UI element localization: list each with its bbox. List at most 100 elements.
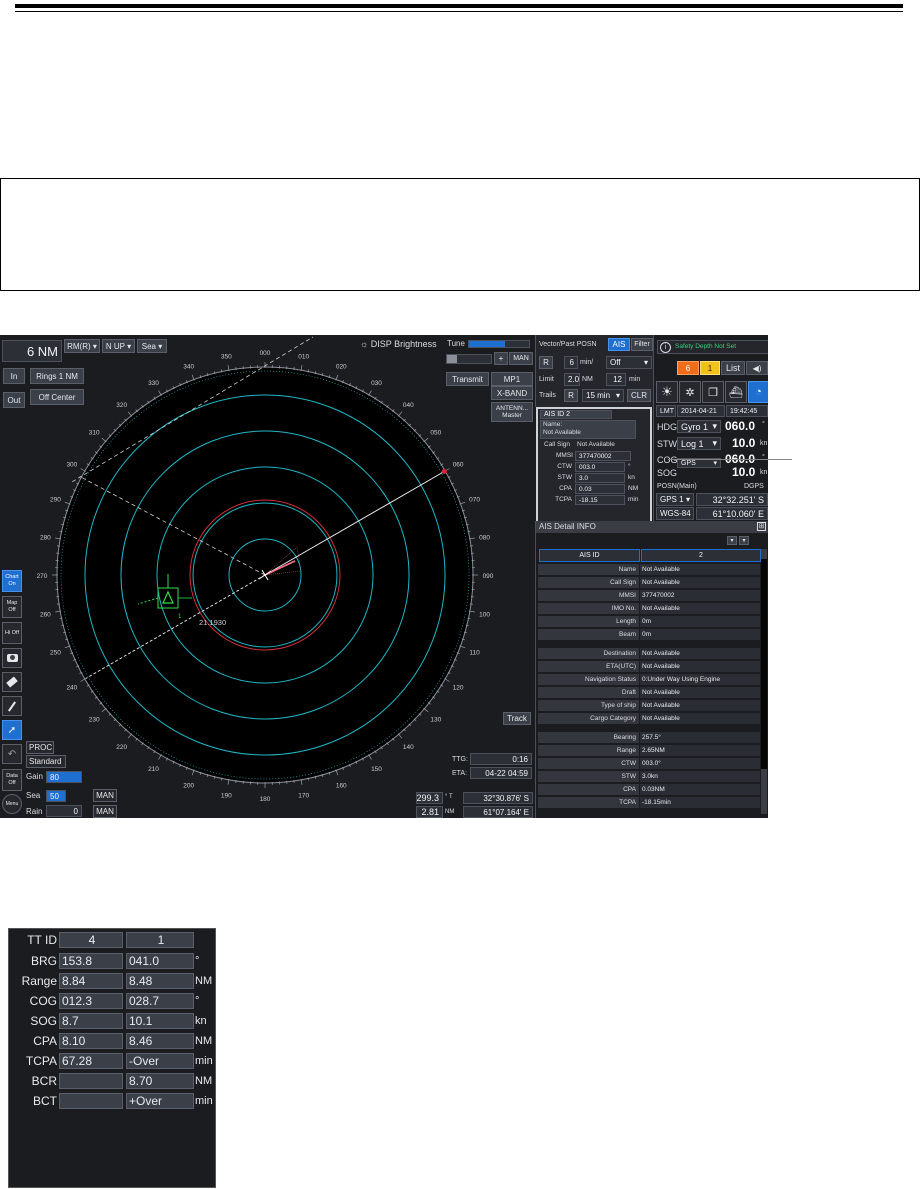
vector-time-value[interactable]: 6 xyxy=(564,356,578,369)
mp1-button[interactable]: MP1 xyxy=(491,372,533,386)
ais-detail-row: ETA(UTC) Not Available xyxy=(538,661,760,673)
tune-bar[interactable] xyxy=(468,340,530,348)
camera-button[interactable] xyxy=(2,648,22,668)
orientation-dropdown[interactable]: N UP ▾ xyxy=(102,339,135,353)
data-toggle-button[interactable]: Data Off xyxy=(2,769,22,791)
proc-button[interactable]: PROC xyxy=(26,741,54,754)
map-toggle-button[interactable]: Map Off xyxy=(2,596,22,618)
x-band-button[interactable]: X-BAND xyxy=(491,386,533,400)
track-button[interactable]: Track xyxy=(503,712,531,725)
ais-detail-row: Beam 0m xyxy=(538,629,760,641)
eraser-button[interactable] xyxy=(2,672,22,692)
eta-label: ETA: xyxy=(452,770,468,777)
brilliance-button[interactable]: ✲ xyxy=(679,381,701,403)
ais-detail-row-key: Draft xyxy=(538,687,639,699)
hi-toggle-button[interactable]: Hi Off xyxy=(2,622,22,644)
bearing-label: 140 xyxy=(403,744,414,751)
bearing-label: 160 xyxy=(336,783,347,790)
bearing-label: 260 xyxy=(40,612,51,619)
range-in-button[interactable]: In xyxy=(3,368,25,384)
sog-source-value: GPS xyxy=(681,459,696,467)
tune-slider-thumb[interactable] xyxy=(447,355,457,363)
day-night-button[interactable]: ☀ xyxy=(656,381,678,403)
tt-row-value-a: 67.28 xyxy=(59,1053,123,1069)
ais-detail-prev-button[interactable]: ▾ xyxy=(727,536,737,545)
chart-toggle-button[interactable]: Chart On xyxy=(2,570,22,592)
ais-button[interactable]: AIS xyxy=(608,338,630,351)
vector-mode-button[interactable]: R xyxy=(539,356,553,369)
undo-button[interactable]: ↶ xyxy=(2,744,22,764)
radar-overlay-button[interactable]: ◔ xyxy=(748,381,768,403)
tt-row-unit: kn xyxy=(195,1015,207,1027)
range-out-button[interactable]: Out xyxy=(3,392,25,408)
disp-brightness-button[interactable]: ☼ DISP Brightness xyxy=(360,339,437,349)
range-display[interactable]: 6 NM xyxy=(2,340,62,362)
tt-row-unit: NM xyxy=(195,975,213,987)
range-mode-label: RM(R) xyxy=(67,341,91,351)
trails-time-dropdown[interactable]: 15 min ▾ xyxy=(582,389,624,402)
sea-mode-dropdown[interactable]: Sea ▾ xyxy=(137,339,167,353)
ais-detail-row-key: Beam xyxy=(538,629,639,641)
menu-button[interactable]: Menu xyxy=(2,794,22,814)
bearing-tick xyxy=(101,437,107,443)
ais-detail-row-value: Not Available xyxy=(640,564,760,576)
off-center-button[interactable]: Off Center xyxy=(30,389,84,405)
radar-ppi[interactable]: 000 0100200300400500600700800901001101201… xyxy=(0,335,535,818)
tune-man-button[interactable]: MAN xyxy=(509,352,533,365)
ais-detail-row-key: Navigation Status xyxy=(538,674,639,686)
chevron-down-icon: ▾ xyxy=(155,341,163,351)
gain-value[interactable]: 80 xyxy=(46,771,82,783)
bearing-label: 300 xyxy=(66,462,77,469)
info-icon: i xyxy=(660,342,671,353)
limit-nm-value[interactable]: 2.0 xyxy=(564,373,580,386)
bearing-label: 190 xyxy=(221,793,232,800)
ais-detail-next-button[interactable]: ▾ xyxy=(739,536,749,545)
stw-source-dropdown[interactable]: Log 1 ▾ xyxy=(677,437,721,450)
posn-label: POSN(Main) xyxy=(657,483,697,490)
rings-button[interactable]: Rings 1 NM xyxy=(30,368,84,384)
filter-button[interactable]: Filter xyxy=(631,338,653,351)
sea-man-button[interactable]: MAN xyxy=(93,789,117,802)
trails-mode-button[interactable]: R xyxy=(564,389,578,402)
limit-min-value[interactable]: 12 xyxy=(606,373,626,386)
cursor-mode-button[interactable]: ➚ xyxy=(2,720,22,740)
past-posn-dropdown[interactable]: Off ▾ xyxy=(606,356,652,369)
bearing-label: 250 xyxy=(50,649,61,656)
ais-detail-row-value: 0.03NM xyxy=(640,784,760,796)
chevron-down-icon: ▾ xyxy=(685,495,690,504)
clr-button[interactable]: CLR xyxy=(627,389,651,402)
sea-value[interactable]: 50 xyxy=(46,790,66,802)
pencil-button[interactable] xyxy=(2,696,22,716)
antenna-button[interactable]: ANTENN... Master xyxy=(491,402,533,422)
ais-detail-row: Draft Not Available xyxy=(538,687,760,699)
transmit-button[interactable]: Transmit xyxy=(446,372,489,386)
cursor-arrow-icon: ➚ xyxy=(7,724,17,736)
buzzer-button[interactable]: ◀) xyxy=(746,361,768,375)
ais-detail-scrollbar[interactable] xyxy=(761,549,767,814)
sea-label: Sea xyxy=(26,791,41,800)
ais-detail-row-value: 003.0° xyxy=(640,758,760,770)
rain-man-button[interactable]: MAN xyxy=(93,805,117,818)
ais-detail-scrollbar-track[interactable] xyxy=(761,559,767,769)
tune-slider[interactable] xyxy=(446,354,492,364)
range-mode-dropdown[interactable]: RM(R) ▾ xyxy=(64,339,100,353)
ais-popup-title: AIS ID 2 xyxy=(540,410,612,419)
alert-count-yellow[interactable]: 1 xyxy=(700,361,720,375)
eraser-icon xyxy=(6,676,18,688)
limit-label: Limit xyxy=(539,376,554,383)
tt-row-label: SOG xyxy=(30,1014,57,1028)
hdg-source-dropdown[interactable]: Gyro 1 ▾ xyxy=(677,420,721,433)
alert-count-orange[interactable]: 6 xyxy=(677,361,699,375)
process-mode-button[interactable]: Standard xyxy=(26,755,66,768)
ais-detail-row-key: Call Sign xyxy=(538,577,639,589)
ais-detail-row-key: STW xyxy=(538,771,639,783)
grid-icon[interactable]: ⊞ xyxy=(757,522,766,531)
alert-list-button[interactable]: List xyxy=(721,361,745,375)
screen-layout-button[interactable]: ❐ xyxy=(702,381,724,403)
ais-detail-row-key: CPA xyxy=(538,784,639,796)
gps-source-dropdown[interactable]: GPS 1 ▾ xyxy=(656,493,694,506)
rain-value[interactable]: 0 xyxy=(46,805,82,817)
safety-bar[interactable]: i Safety Depth Not Set xyxy=(657,340,768,354)
tune-plus-button[interactable]: + xyxy=(494,352,508,365)
ship-mode-button[interactable]: ⛴ xyxy=(725,381,747,403)
